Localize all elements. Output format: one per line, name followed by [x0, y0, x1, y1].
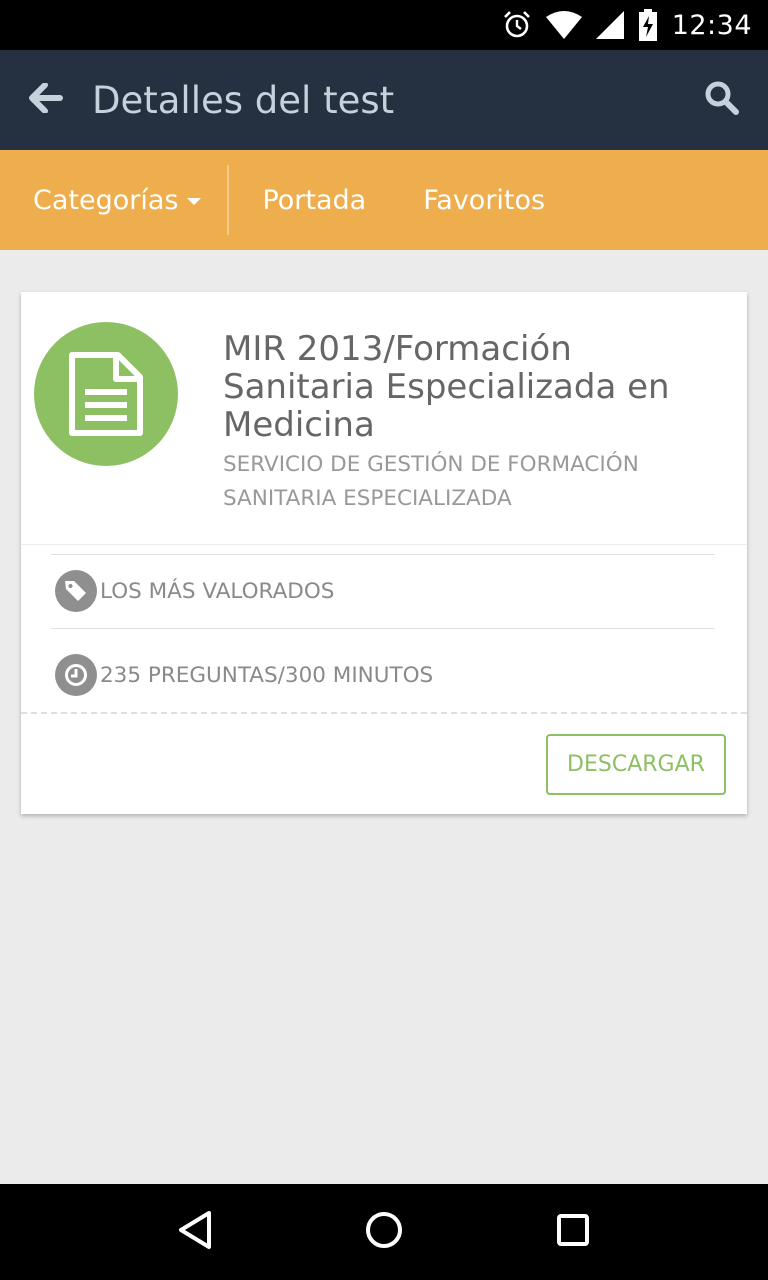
- nav-back-button[interactable]: [155, 1192, 235, 1272]
- wifi-icon: [545, 11, 582, 39]
- divider-line: [51, 554, 715, 555]
- tab-categorias-label: Categorías: [33, 184, 179, 216]
- home-circle-icon: [364, 1210, 404, 1255]
- tags-icon: [55, 570, 97, 612]
- tab-favoritos-label: Favoritos: [423, 184, 546, 216]
- back-button[interactable]: [0, 50, 92, 150]
- test-card: MIR 2013/Formación Sanitaria Especializa…: [21, 292, 747, 814]
- back-triangle-icon: [177, 1210, 213, 1255]
- signal-icon: [595, 11, 624, 39]
- tab-portada-label: Portada: [262, 184, 367, 216]
- arrow-left-icon: [29, 81, 63, 118]
- nav-home-button[interactable]: [344, 1192, 424, 1272]
- tag-row: LOS MÁS VALORADOS: [55, 570, 334, 612]
- tab-portada[interactable]: Portada: [229, 150, 366, 250]
- tab-favoritos[interactable]: Favoritos: [366, 150, 545, 250]
- search-button[interactable]: [676, 50, 768, 150]
- tab-categorias[interactable]: Categorías: [0, 150, 227, 250]
- test-subtitle: SERVICIO DE GESTIÓN DE FORMACIÓN SANITAR…: [223, 452, 639, 511]
- dashed-divider: [21, 712, 747, 714]
- search-icon: [704, 80, 740, 121]
- test-title: MIR 2013/Formación Sanitaria Especializa…: [223, 329, 670, 445]
- clock-icon: [55, 654, 97, 696]
- tag-label: LOS MÁS VALORADOS: [100, 578, 335, 604]
- document-icon: [34, 322, 178, 466]
- info-label: 235 PREGUNTAS/300 MINUTOS: [100, 662, 434, 688]
- system-nav-bar: [0, 1184, 768, 1280]
- info-row: 235 PREGUNTAS/300 MINUTOS: [55, 654, 433, 696]
- divider-line: [51, 628, 715, 629]
- alarm-icon: [502, 10, 532, 40]
- download-button[interactable]: DESCARGAR: [546, 734, 726, 795]
- caret-down-icon: [187, 198, 202, 205]
- status-time: 12:34: [671, 9, 752, 41]
- nav-recents-button[interactable]: [533, 1192, 613, 1272]
- tab-bar: Categorías Portada Favoritos: [0, 150, 768, 250]
- status-bar: 12:34: [0, 0, 768, 50]
- page-title: Detalles del test: [92, 78, 395, 122]
- recents-square-icon: [555, 1212, 591, 1253]
- battery-charging-icon: [638, 9, 658, 41]
- app-bar: Detalles del test: [0, 50, 768, 150]
- card-divider: [21, 544, 747, 545]
